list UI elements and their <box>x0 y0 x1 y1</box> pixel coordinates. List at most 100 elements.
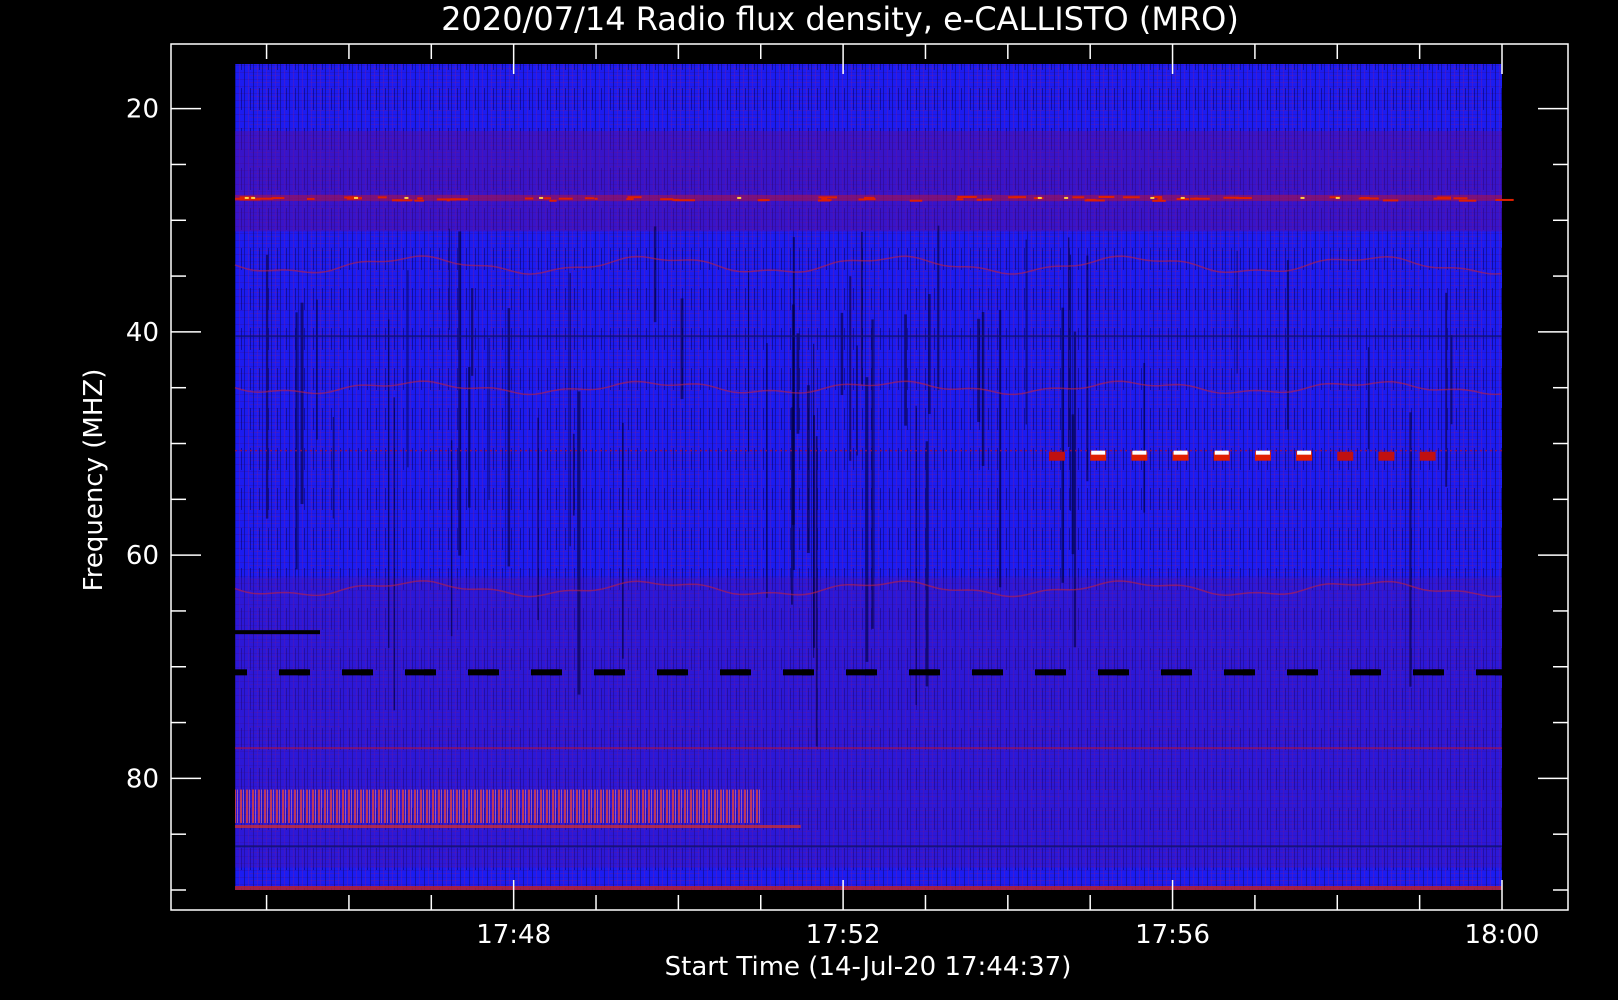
emission-speck <box>626 198 634 201</box>
dark-dash <box>928 669 940 676</box>
dark-dash <box>865 669 877 676</box>
dark-streak <box>796 333 800 434</box>
burst-hot-core <box>1297 450 1312 455</box>
dark-streak <box>856 345 858 456</box>
burst-mark <box>1337 451 1354 461</box>
burst-mark <box>1049 451 1066 461</box>
burst-mark <box>1419 451 1436 461</box>
emission-speck <box>446 199 450 202</box>
emission-speck <box>1495 198 1514 201</box>
dark-dash <box>1539 669 1567 676</box>
y-tick-label: 40 <box>126 318 159 348</box>
emission-speck <box>417 197 423 200</box>
emission-speck <box>759 199 770 202</box>
dark-streak <box>393 397 396 711</box>
emission-hot-speck <box>1150 196 1155 199</box>
emission-speck <box>450 198 468 201</box>
dark-dash <box>1369 669 1381 676</box>
emission-hot-speck <box>1300 196 1305 199</box>
dark-streak <box>316 299 318 440</box>
emission-speck <box>1153 196 1163 199</box>
dark-dash <box>361 669 373 676</box>
dark-dash <box>1243 669 1255 676</box>
burst-hot-core <box>1132 450 1147 455</box>
spectrogram-heatmap <box>234 64 1567 890</box>
dark-dash <box>739 669 751 676</box>
dark-dash <box>613 669 625 676</box>
dark-streak <box>300 302 304 505</box>
emission-speck <box>864 198 876 201</box>
y-tick-label: 80 <box>126 764 159 794</box>
dark-streak <box>806 385 810 554</box>
dark-lane-40 <box>235 335 1502 338</box>
emission-speck <box>909 199 923 202</box>
emission-speck <box>627 196 642 199</box>
dark-streak <box>1086 255 1089 482</box>
emission-hot-speck <box>244 196 249 199</box>
striated-band-edge <box>235 825 801 829</box>
striated-band <box>235 789 761 824</box>
emission-speck <box>545 197 552 200</box>
dark-dash <box>550 669 562 676</box>
dark-streak <box>471 288 474 376</box>
emission-speck <box>1122 196 1140 199</box>
emission-speck <box>1086 198 1096 201</box>
emission-speck <box>414 199 425 202</box>
dark-dash <box>802 669 814 676</box>
dark-streak <box>577 391 581 695</box>
emission-hot-speck <box>737 196 742 199</box>
dark-streak <box>569 273 571 547</box>
dark-streak <box>937 225 940 390</box>
burst-mark <box>1378 451 1395 461</box>
dark-streak <box>448 228 450 330</box>
emission-speck <box>674 199 696 202</box>
emission-hot-speck <box>1037 196 1042 199</box>
x-tick-label: 17:56 <box>1135 920 1210 950</box>
emission-speck <box>660 198 674 201</box>
emission-hot-speck <box>1335 196 1340 199</box>
emission-speck <box>1013 196 1027 199</box>
haze-band-upper <box>235 130 1502 232</box>
dark-streak <box>792 237 795 571</box>
emission-speck <box>1152 199 1166 202</box>
dark-streak <box>621 422 624 659</box>
emission-hot-speck <box>1064 196 1069 199</box>
emission-speck <box>558 197 573 200</box>
dark-dash <box>1054 669 1066 676</box>
emission-speck <box>957 196 977 199</box>
dark-streak <box>748 270 750 452</box>
dark-streak <box>1069 254 1072 511</box>
dark-streak <box>925 441 929 687</box>
emission-speck <box>1453 197 1468 200</box>
dark-streak <box>295 312 298 570</box>
dark-streak <box>1025 239 1027 425</box>
burst-hot-core <box>1255 450 1270 455</box>
dark-streak <box>653 226 657 323</box>
dark-dash <box>676 669 688 676</box>
dark-streak <box>871 319 874 629</box>
dark-dash <box>235 669 247 676</box>
dark-streak <box>332 416 334 519</box>
dark-streak <box>928 294 931 414</box>
emission-speck <box>271 197 285 200</box>
dark-streak <box>407 270 409 468</box>
burst-hot-core <box>1091 450 1106 455</box>
dark-streak <box>537 417 539 621</box>
emission-speck <box>377 196 387 199</box>
emission-speck <box>1190 197 1210 200</box>
dark-streak <box>388 319 390 648</box>
dark-streak <box>1367 347 1370 450</box>
emission-speck <box>1458 199 1477 202</box>
dark-dash <box>1432 669 1444 676</box>
x-tick-label: 17:48 <box>476 920 551 950</box>
emission-speck <box>982 198 993 201</box>
dark-streak <box>1450 335 1453 425</box>
dark-dash <box>487 669 499 676</box>
emission-hot-speck <box>1180 196 1185 199</box>
emission-speck <box>1098 195 1115 198</box>
dark-dash <box>1495 669 1507 676</box>
emission-speck <box>239 198 261 201</box>
emission-hot-speck <box>404 196 409 199</box>
emission-speck <box>1360 196 1370 199</box>
emission-speck <box>976 198 983 201</box>
